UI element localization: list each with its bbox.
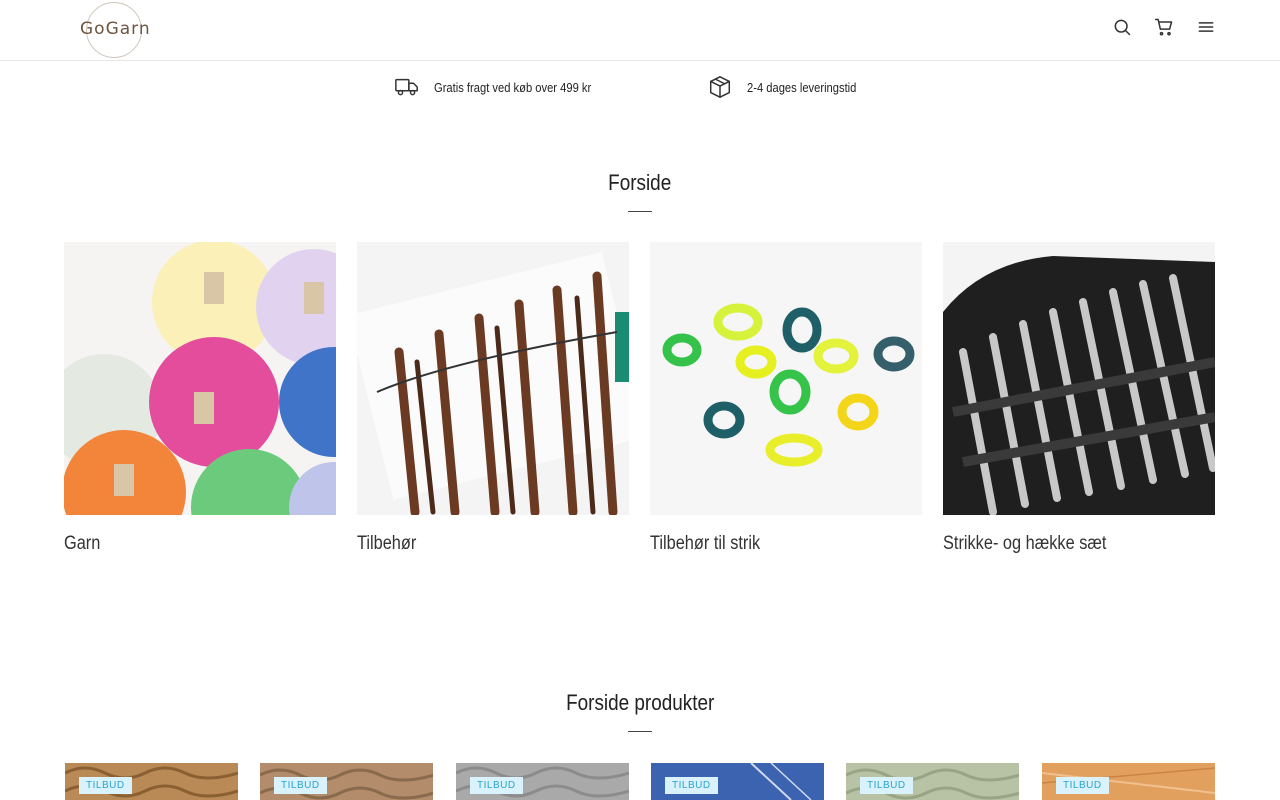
category-image-tilbehor-til-strik — [650, 242, 922, 515]
category-image-strikke-og-haekle-saet — [943, 242, 1215, 515]
logo-text: GoGarn — [80, 19, 151, 39]
title-divider — [628, 731, 652, 732]
category-card-tilbehor-til-strik[interactable]: Tilbehør til strik — [650, 242, 922, 554]
usp-text: Gratis fragt ved køb over 499 kr — [434, 79, 592, 95]
usp-text: 2-4 dages leveringstid — [747, 79, 857, 95]
cart-icon[interactable] — [1154, 16, 1174, 38]
usp-bar: Gratis fragt ved køb over 499 kr 2-4 dag… — [0, 74, 1280, 104]
product-card[interactable]: TILBUD — [846, 763, 1019, 800]
site-logo[interactable]: GoGarn — [80, 2, 150, 58]
usp-free-shipping: Gratis fragt ved køb over 499 kr — [394, 74, 617, 100]
header-actions — [1112, 16, 1216, 38]
sale-badge: TILBUD — [860, 777, 913, 794]
title-divider — [628, 211, 652, 212]
product-card[interactable]: TILBUD — [65, 763, 238, 800]
category-card-tilbehor[interactable]: Tilbehør — [357, 242, 629, 554]
category-card-garn[interactable]: Garn — [64, 242, 336, 554]
package-icon — [709, 76, 731, 98]
section-title-forside: Forside — [608, 170, 672, 195]
category-image-tilbehor — [357, 242, 629, 515]
section-title-forside-produkter: Forside produkter — [565, 690, 715, 715]
usp-delivery-time: 2-4 dages leveringstid — [707, 74, 874, 100]
category-label: Tilbehør til strik — [650, 533, 761, 554]
product-card[interactable]: TILBUD — [456, 763, 629, 800]
category-image-garn — [64, 242, 336, 515]
category-label: Garn — [64, 533, 101, 554]
truck-icon — [395, 78, 418, 96]
sale-badge: TILBUD — [79, 777, 132, 794]
product-card[interactable]: TILBUD — [1042, 763, 1215, 800]
site-header: GoGarn — [0, 0, 1280, 61]
product-card[interactable]: TILBUD — [260, 763, 433, 800]
menu-icon[interactable] — [1196, 16, 1216, 38]
category-label: Strikke- og hække sæt — [943, 533, 1107, 554]
sale-badge: TILBUD — [470, 777, 523, 794]
category-label: Tilbehør — [357, 533, 417, 554]
sale-badge: TILBUD — [665, 777, 718, 794]
category-card-strikke-og-haekle-saet[interactable]: Strikke- og hække sæt — [943, 242, 1215, 554]
sale-badge: TILBUD — [1056, 777, 1109, 794]
search-icon[interactable] — [1112, 16, 1132, 38]
sale-badge: TILBUD — [274, 777, 327, 794]
product-card[interactable]: TILBUD — [651, 763, 824, 800]
